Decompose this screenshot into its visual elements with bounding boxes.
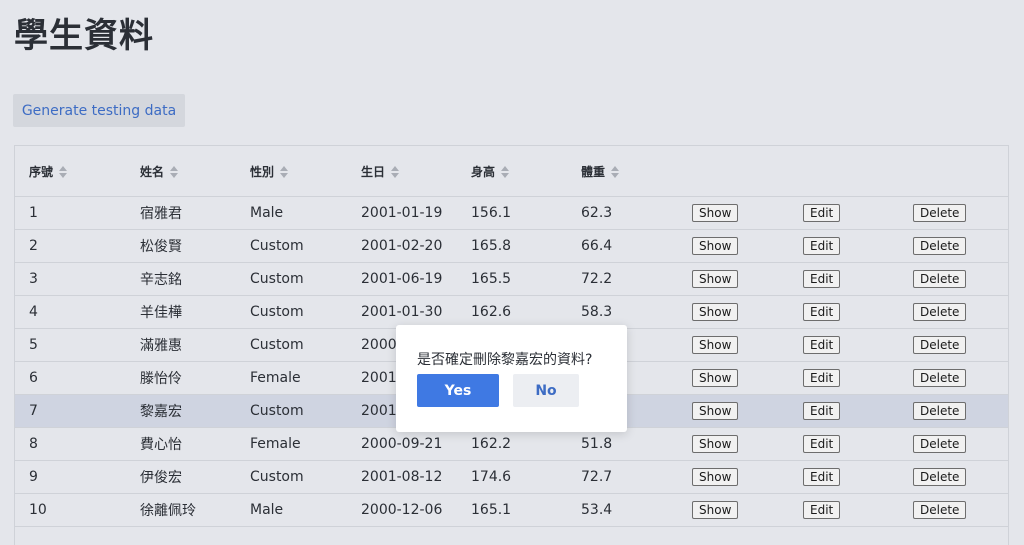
no-button[interactable]: No [513, 374, 579, 407]
dialog-message: 是否確定刪除黎嘉宏的資料? [417, 352, 593, 368]
yes-button[interactable]: Yes [417, 374, 499, 407]
delete-confirm-dialog: 是否確定刪除黎嘉宏的資料? Yes No [396, 325, 627, 432]
modal-overlay [0, 0, 1024, 531]
